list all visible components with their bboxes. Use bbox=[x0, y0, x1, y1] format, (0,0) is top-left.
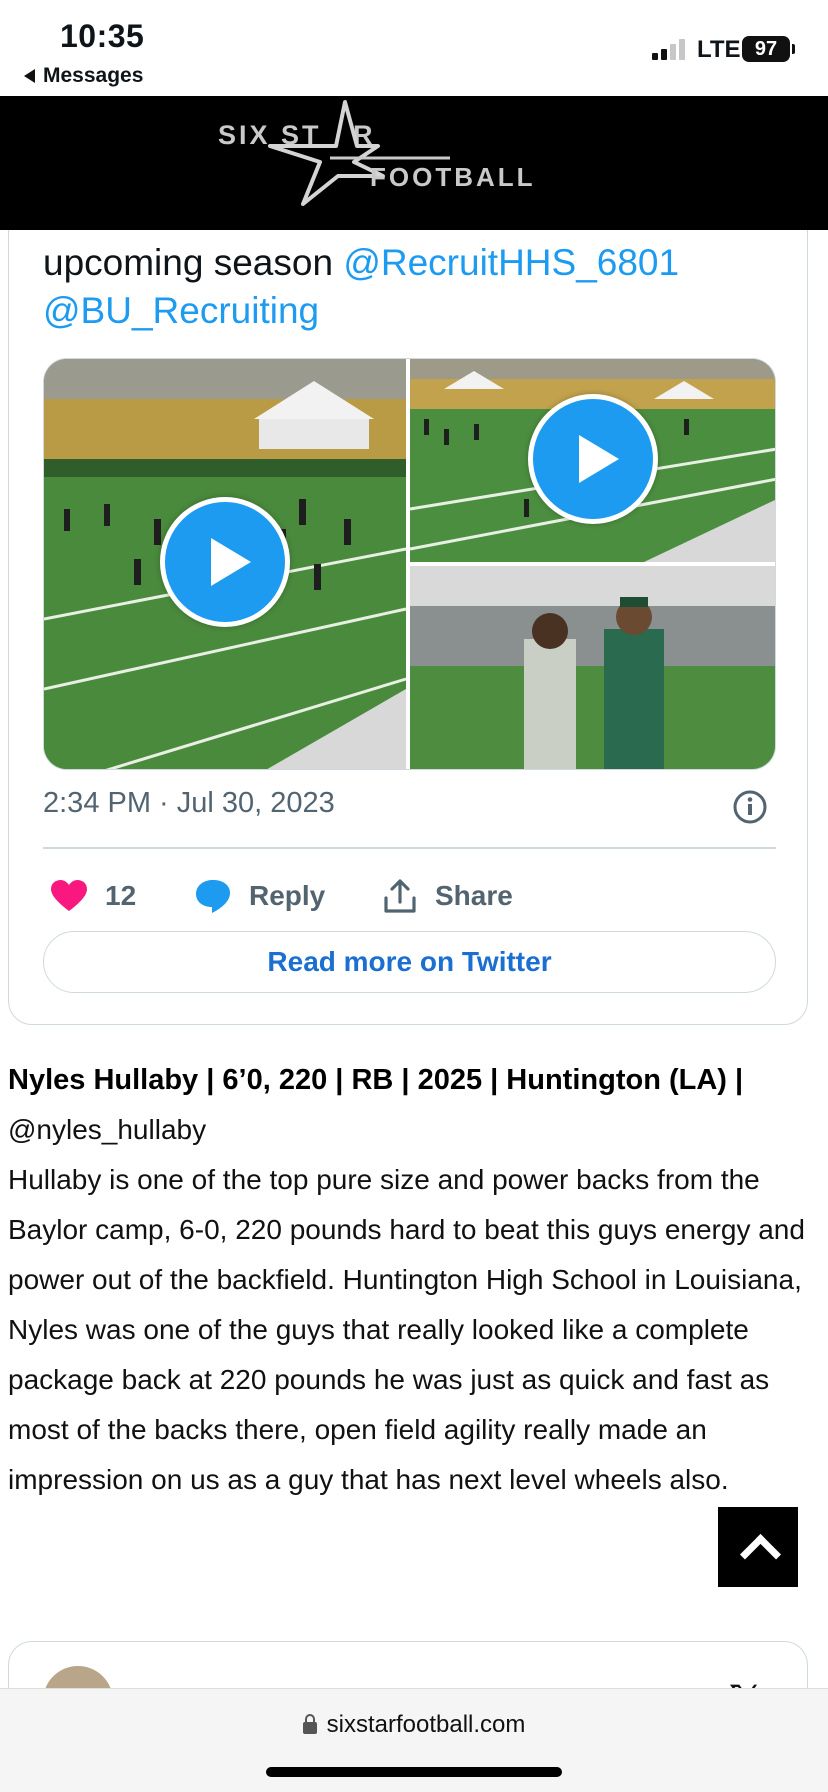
divider bbox=[43, 847, 776, 849]
tweet-timestamp[interactable]: 2:34 PM · Jul 30, 2023 bbox=[43, 787, 335, 820]
site-header: SIX ST R FOOTBALL bbox=[0, 96, 828, 230]
media-images bbox=[44, 359, 776, 770]
player-headline: Nyles Hullaby | 6’0, 220 | RB | 2025 | H… bbox=[8, 1064, 744, 1096]
mention-link[interactable]: @RecruitHHS_6801 bbox=[343, 242, 679, 283]
signal-icon bbox=[652, 38, 685, 60]
tweet-text-body: upcoming season bbox=[43, 242, 344, 283]
star-icon bbox=[268, 100, 385, 206]
heart-icon bbox=[51, 880, 87, 911]
url-text: sixstarfootball.com bbox=[326, 1711, 526, 1738]
share-label: Share bbox=[435, 880, 513, 911]
browser-bottom-bar: sixstarfootball.com bbox=[0, 1688, 828, 1792]
play-button[interactable] bbox=[528, 394, 658, 524]
back-to-messages[interactable]: Messages bbox=[24, 64, 143, 88]
tweet-media-grid bbox=[43, 358, 776, 770]
article-section: Nyles Hullaby | 6’0, 220 | RB | 2025 | H… bbox=[8, 1055, 820, 1505]
info-icon[interactable] bbox=[732, 789, 768, 825]
like-count: 12 bbox=[105, 880, 137, 911]
share-icon bbox=[384, 879, 416, 913]
lock-icon bbox=[302, 1714, 317, 1734]
play-button[interactable] bbox=[160, 497, 290, 627]
home-indicator[interactable] bbox=[266, 1767, 562, 1777]
share-button[interactable]: Share bbox=[383, 871, 513, 921]
clock: 10:35 bbox=[60, 18, 145, 54]
status-bar: 10:35 Messages LTE 97 bbox=[0, 0, 828, 96]
logo-text-football: FOOTBALL bbox=[370, 162, 536, 192]
back-label: Messages bbox=[43, 64, 144, 87]
player-description: Hullaby is one of the top pure size and … bbox=[8, 1164, 805, 1495]
player-handle: @nyles_hullaby bbox=[8, 1114, 207, 1145]
battery-tip bbox=[792, 44, 795, 54]
reply-button[interactable]: Reply bbox=[195, 871, 325, 921]
address-bar[interactable]: sixstarfootball.com bbox=[0, 1711, 828, 1739]
reply-label: Reply bbox=[249, 880, 326, 911]
read-more-button[interactable]: Read more on Twitter bbox=[43, 931, 776, 993]
like-button[interactable]: 12 bbox=[51, 871, 136, 921]
speech-bubble-icon bbox=[196, 880, 230, 913]
photo-thumbnail[interactable] bbox=[410, 566, 776, 770]
mention-link[interactable]: @BU_Recruiting bbox=[43, 290, 319, 331]
battery-icon: 97 bbox=[742, 36, 790, 62]
six-star-football-logo[interactable]: SIX ST R FOOTBALL bbox=[0, 96, 828, 230]
tweet-actions: 12 Reply Share bbox=[43, 871, 776, 921]
back-arrow-icon bbox=[24, 69, 35, 83]
tweet-text: upcoming season @RecruitHHS_6801 @BU_Rec… bbox=[43, 239, 783, 335]
scroll-to-top-button[interactable] bbox=[718, 1507, 798, 1587]
network-type: LTE bbox=[697, 36, 741, 63]
tweet-embed: upcoming season @RecruitHHS_6801 @BU_Rec… bbox=[8, 180, 808, 1025]
